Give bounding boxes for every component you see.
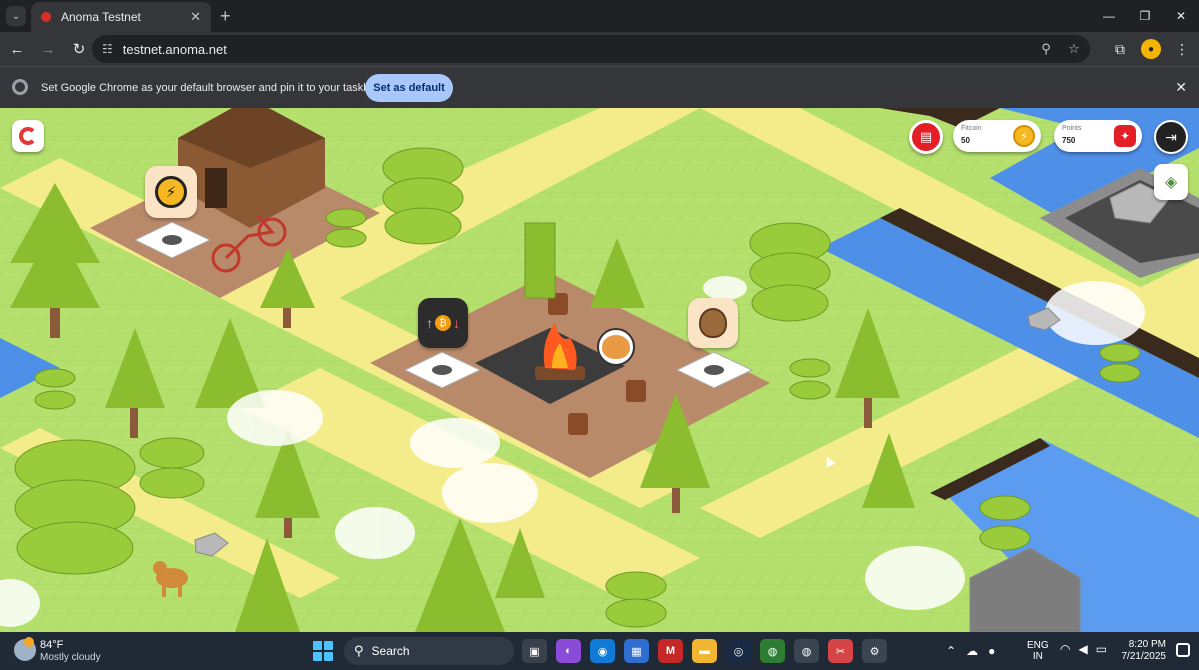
windows-logo-pane (324, 641, 333, 650)
address-bar[interactable]: ☷ testnet.anoma.net ⚲ ☆ (92, 35, 1090, 63)
logout-icon: ⇥ (1165, 128, 1177, 145)
reload-button[interactable]: ↻ (65, 35, 93, 63)
tab-strip: ⌄ Anoma Testnet ✕ + — ❐ ✕ (0, 0, 1199, 32)
browser-toolbar: ← → ↻ ☷ testnet.anoma.net ⚲ ☆ ⧉ ● ⋮ (0, 32, 1199, 66)
tab-search-chevron-icon[interactable]: ⌄ (6, 6, 26, 26)
window-controls: — ❐ ✕ (1091, 0, 1199, 32)
task-view-icon[interactable]: ▣ (522, 639, 547, 663)
system-tray: ⌃ ☁ ● (946, 632, 995, 670)
windows-logo-pane (313, 652, 322, 661)
copilot-icon[interactable]: ◐ (556, 639, 581, 663)
swap-down-arrow-icon: ↓ (453, 315, 460, 331)
infobar-message: Set Google Chrome as your default browse… (41, 82, 380, 94)
chrome-logo-icon (12, 79, 28, 95)
station-acorn-badge[interactable] (688, 298, 738, 348)
bitcoin-coin-icon: ₿ (435, 315, 451, 331)
set-as-default-button[interactable]: Set as default (365, 74, 453, 102)
battery-icon: ▭ (1095, 642, 1108, 656)
anoma-logo-button[interactable] (12, 120, 44, 152)
forward-button[interactable]: → (34, 35, 62, 63)
close-window-button[interactable]: ✕ (1163, 0, 1199, 32)
points-balance: Points 750 ✦ (1054, 120, 1142, 152)
new-tab-button[interactable]: + (220, 6, 231, 26)
weather-description[interactable]: Mostly cloudy (40, 652, 101, 663)
weather-temperature[interactable]: 84°F (40, 639, 63, 651)
fitcoin-label: Fitcoin (961, 125, 982, 132)
fitcoin-value: 50 (961, 136, 970, 145)
fitcoin-balance: Fitcoin 50 ⚡ (953, 120, 1041, 152)
chrome-icon[interactable]: ◍ (760, 639, 785, 663)
microphone-icon[interactable]: ● (988, 644, 995, 658)
volume-icon: ◀ (1078, 642, 1088, 656)
search-icon: ⚲ (354, 643, 364, 658)
store-icon[interactable]: ▦ (624, 639, 649, 663)
tab-title: Anoma Testnet (61, 10, 141, 24)
extensions-icon[interactable]: ⧉ (1109, 35, 1131, 63)
game-viewport[interactable]: ⚡ ↑ ₿ ↓ ▤ Fitcoin 50 ⚡ Points 750 ✦ ⇥ ◈ (0, 108, 1199, 632)
cards-icon: ▤ (919, 129, 933, 144)
language-code: ENG (1027, 640, 1049, 651)
shiba-face-icon (602, 335, 630, 359)
wifi-icon: ◠ (1060, 642, 1071, 656)
anoma-logo-icon (19, 127, 37, 145)
layers-button[interactable]: ◈ (1154, 164, 1188, 200)
infobar-close-icon[interactable]: ✕ (1175, 79, 1187, 96)
settings-icon[interactable]: ⚙ (862, 639, 887, 663)
chevron-up-icon[interactable]: ⌃ (946, 644, 956, 658)
clock-time: 8:20 PM (1128, 639, 1166, 650)
tab-close-icon[interactable]: ✕ (190, 9, 201, 25)
layers-icon: ◈ (1164, 174, 1178, 191)
lightning-coin-icon: ⚡ (1013, 125, 1035, 147)
edge-icon[interactable]: ◉ (590, 639, 615, 663)
maximize-button[interactable]: ❐ (1127, 0, 1163, 32)
pinned-apps: ▣ ◐ ◉ ▦ M ▬ ◎ ◍ ◍ ✂ ⚙ (522, 639, 887, 663)
zoom-icon[interactable]: ⚲ (1036, 39, 1056, 59)
station-swap-badge[interactable]: ↑ ₿ ↓ (418, 298, 468, 348)
language-indicator[interactable]: ENG IN (1027, 640, 1049, 662)
player-avatar[interactable] (597, 328, 635, 366)
app-icon[interactable]: ◎ (726, 639, 751, 663)
taskbar-search[interactable]: ⚲ Search (344, 637, 514, 665)
star-badge-icon: ✦ (1114, 125, 1136, 147)
chrome-active-icon[interactable]: ◍ (794, 639, 819, 663)
windows-taskbar: 84°F Mostly cloudy ⚲ Search ▣ ◐ ◉ ▦ M ▬ … (0, 632, 1199, 670)
acorn-icon (699, 308, 727, 338)
windows-logo-pane (324, 652, 333, 661)
minimize-button[interactable]: — (1091, 0, 1127, 32)
start-button[interactable] (313, 641, 333, 661)
notification-icon[interactable] (1176, 643, 1190, 657)
site-settings-icon[interactable]: ☷ (102, 42, 113, 56)
url-text: testnet.anoma.net (122, 41, 227, 57)
tab-anoma-testnet[interactable]: Anoma Testnet ✕ (31, 2, 211, 32)
file-explorer-icon[interactable]: ▬ (692, 639, 717, 663)
station-lightning-badge[interactable]: ⚡ (145, 166, 197, 218)
points-label: Points (1062, 125, 1082, 132)
sun-icon (24, 637, 34, 647)
lightning-coin-icon: ⚡ (155, 176, 187, 208)
token-swap-icon: ↑ (426, 315, 433, 331)
windows-logo-icon (313, 641, 322, 650)
quick-settings[interactable]: ◠ ◀ ▭ (1060, 642, 1107, 656)
mcafee-icon[interactable]: M (658, 639, 683, 663)
tab-favicon-icon (41, 12, 51, 22)
default-browser-infobar: Set Google Chrome as your default browse… (0, 66, 1199, 108)
clock[interactable]: 8:20 PM 7/21/2025 (1118, 639, 1167, 663)
points-value: 750 (1062, 136, 1076, 145)
onedrive-cloud-icon[interactable]: ☁ (966, 644, 978, 658)
back-button[interactable]: ← (3, 35, 31, 63)
toolbar-actions: ⧉ ● ⋮ (1109, 35, 1193, 63)
snipping-tool-icon[interactable]: ✂ (828, 639, 853, 663)
profile-avatar[interactable]: ● (1141, 39, 1161, 59)
region-code: IN (1032, 651, 1043, 662)
inventory-button[interactable]: ▤ (909, 120, 943, 154)
clock-date: 7/21/2025 (1121, 651, 1167, 662)
logout-button[interactable]: ⇥ (1154, 120, 1188, 154)
search-label: Search (371, 644, 410, 658)
bookmark-star-icon[interactable]: ☆ (1064, 39, 1084, 59)
menu-kebab-icon[interactable]: ⋮ (1171, 35, 1193, 63)
omnibox-actions: ⚲ ☆ (1036, 39, 1084, 59)
